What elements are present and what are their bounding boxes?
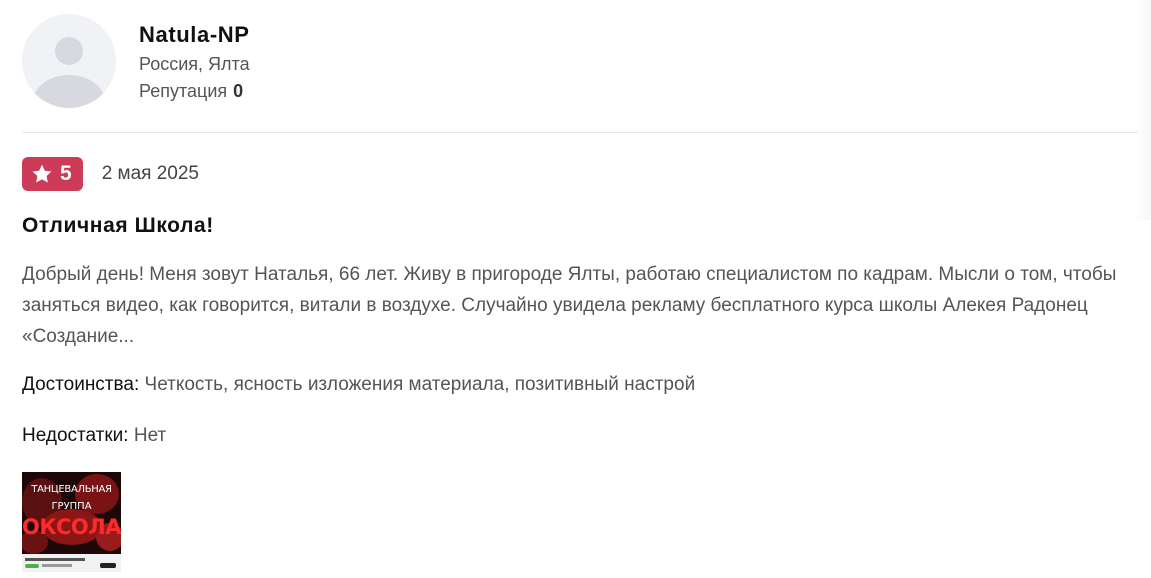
review-meta: 5 2 мая 2025 [22, 157, 1138, 191]
author-location: Россия, Ялта [139, 54, 250, 74]
cons-text: Нет [133, 425, 167, 446]
reputation-label: Репутация [139, 81, 228, 101]
pros-text: Четкость, ясность изложения материала, п… [144, 374, 696, 395]
avatar[interactable] [22, 14, 116, 108]
photo-caption-line1: ТАНЦЕВАЛЬНАЯ [31, 484, 112, 495]
review-text[interactable]: Добрый день! Меня зовут Наталья, 66 лет.… [22, 259, 1138, 352]
review-title[interactable]: Отличная Школа! [22, 211, 1138, 241]
review-card: Natula-NP Россия, Ялта Репутация 0 5 2 ма… [22, 14, 1138, 572]
rating-badge: 5 [22, 157, 83, 191]
cons-label: Недостатки: [22, 425, 129, 446]
review-photo-thumbnail[interactable]: ТАНЦЕВАЛЬНАЯ ГРУППА ОКСОЛАН [22, 472, 121, 572]
author-info: Natula-NP Россия, Ялта Репутация 0 [139, 14, 250, 103]
author-block: Natula-NP Россия, Ялта Репутация 0 [22, 14, 1138, 118]
review-pros: Достоинства: Четкость, ясность изложения… [22, 371, 1138, 399]
photo-caption-line3: ОКСОЛАН [22, 515, 121, 539]
review-date: 2 мая 2025 [101, 163, 199, 184]
star-icon [32, 164, 52, 183]
edge-shade [1135, 0, 1151, 220]
reputation: Репутация 0 [139, 79, 250, 103]
author-name[interactable]: Natula-NP [139, 21, 250, 49]
review-cons: Недостатки: Нет [22, 422, 1138, 450]
pros-label: Достоинства: [22, 374, 140, 395]
rating-value: 5 [60, 162, 72, 185]
user-placeholder-icon [33, 37, 105, 108]
photo-caption-line2: ГРУППА [51, 501, 92, 512]
divider [22, 132, 1138, 133]
reputation-value: 0 [233, 81, 244, 101]
